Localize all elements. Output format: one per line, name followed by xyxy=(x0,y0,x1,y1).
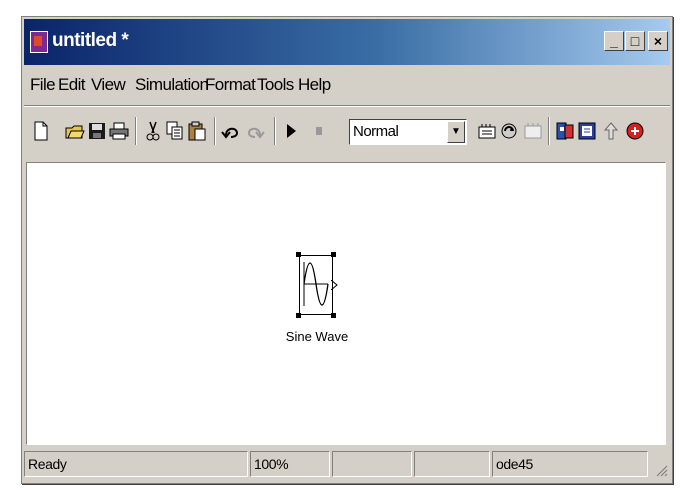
update-diagram-button[interactable] xyxy=(498,119,520,143)
menu-edit[interactable]: Edit xyxy=(58,75,86,95)
new-icon xyxy=(34,121,48,141)
resize-grip-icon[interactable] xyxy=(654,463,668,477)
debug-icon xyxy=(626,122,644,140)
paste-icon xyxy=(188,121,206,141)
window-title: untitled * xyxy=(52,30,129,51)
print-button[interactable] xyxy=(108,119,130,143)
save-button[interactable] xyxy=(86,119,108,143)
simulation-mode-select[interactable]: Normal ▼ xyxy=(349,119,467,145)
stop-simulation-button[interactable] xyxy=(308,119,330,143)
close-button[interactable]: × xyxy=(648,31,668,51)
redo-button[interactable] xyxy=(244,119,266,143)
minimize-icon: _ xyxy=(610,33,618,49)
toolbar: Normal ▼ xyxy=(24,107,670,157)
menu-file[interactable]: File xyxy=(30,75,56,95)
simulink-app-icon[interactable] xyxy=(30,31,48,53)
build-button[interactable] xyxy=(476,119,498,143)
undo-icon xyxy=(221,127,239,139)
menu-tools[interactable]: Tools xyxy=(257,75,294,95)
debug-button[interactable] xyxy=(624,119,646,143)
menu-view[interactable]: View xyxy=(91,75,126,95)
print-icon xyxy=(109,122,129,140)
status-cell-4 xyxy=(414,451,490,477)
block-label[interactable]: Sine Wave xyxy=(277,329,357,344)
close-icon: × xyxy=(653,33,663,49)
sine-wave-icon xyxy=(303,262,329,306)
resize-handle[interactable] xyxy=(331,313,336,318)
chevron-down-icon[interactable]: ▼ xyxy=(447,121,465,143)
status-solver: ode45 xyxy=(492,451,648,477)
maximize-icon: □ xyxy=(630,33,640,49)
model-window: untitled * _ □ × File Edit View Simulati… xyxy=(21,16,673,484)
open-icon xyxy=(65,125,85,139)
stop-icon xyxy=(316,127,322,135)
library-browser-button[interactable] xyxy=(554,119,576,143)
minimize-button[interactable]: _ xyxy=(604,31,624,51)
open-button[interactable] xyxy=(64,119,86,143)
menu-help[interactable]: Help xyxy=(298,75,331,95)
start-simulation-button[interactable] xyxy=(280,119,302,143)
redo-icon xyxy=(247,127,265,139)
build-icon xyxy=(478,124,496,139)
sine-wave-block[interactable] xyxy=(296,252,338,318)
start-icon xyxy=(287,124,296,138)
diagram-button[interactable] xyxy=(522,119,544,143)
menu-bar: File Edit View Simulation Format Tools H… xyxy=(24,67,670,103)
paste-button[interactable] xyxy=(186,119,208,143)
status-zoom: 100% xyxy=(250,451,330,477)
resize-handle[interactable] xyxy=(296,252,301,257)
go-to-parent-button[interactable] xyxy=(600,119,622,143)
output-port-icon[interactable] xyxy=(331,280,339,290)
title-bar[interactable]: untitled * _ □ × xyxy=(24,19,670,65)
cut-icon xyxy=(146,121,160,141)
model-canvas[interactable]: Sine Wave xyxy=(26,162,666,445)
model-explorer-button[interactable] xyxy=(576,119,598,143)
status-state: Ready xyxy=(24,451,248,477)
undo-button[interactable] xyxy=(220,119,242,143)
menu-simulation[interactable]: Simulation xyxy=(135,75,209,95)
parent-icon xyxy=(603,122,619,140)
status-bar: Ready 100% ode45 xyxy=(24,449,670,481)
cut-button[interactable] xyxy=(142,119,164,143)
copy-button[interactable] xyxy=(164,119,186,143)
library-browser-icon xyxy=(556,122,574,140)
save-icon xyxy=(89,123,105,139)
status-cell-3 xyxy=(332,451,412,477)
update-icon xyxy=(501,123,517,139)
resize-handle[interactable] xyxy=(331,252,336,257)
copy-icon xyxy=(166,121,183,140)
menu-format[interactable]: Format xyxy=(205,75,256,95)
maximize-button[interactable]: □ xyxy=(625,31,645,51)
simulation-mode-value: Normal xyxy=(353,123,399,140)
model-explorer-icon xyxy=(578,122,596,140)
resize-handle[interactable] xyxy=(296,313,301,318)
diagram-icon xyxy=(524,123,542,139)
new-model-button[interactable] xyxy=(30,119,52,143)
